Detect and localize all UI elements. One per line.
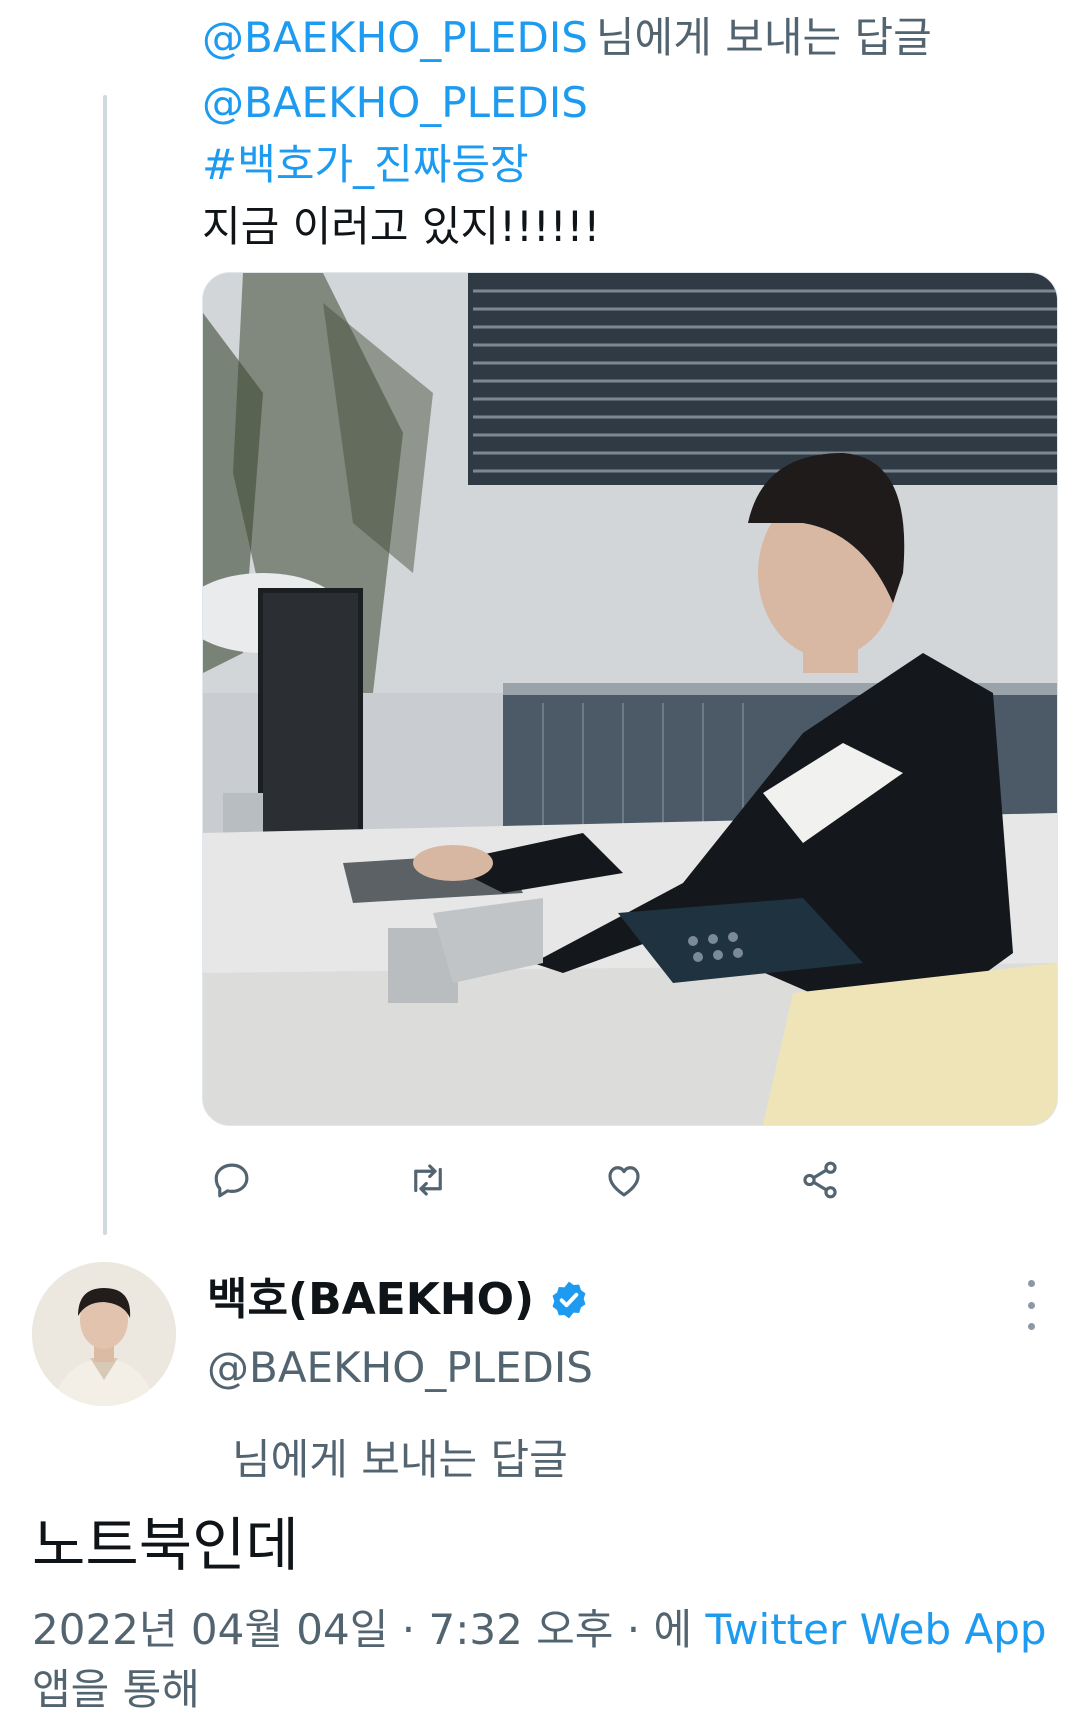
reply-to-suffix: 님에게 보내는 답글 — [595, 13, 932, 62]
verified-badge-icon — [552, 1281, 586, 1319]
body-mention-link[interactable]: @BAEKHO_PLEDIS — [202, 72, 600, 134]
tweet-media-image[interactable] — [202, 272, 1058, 1126]
via-prefix: 에 — [653, 1605, 706, 1654]
more-options-icon[interactable] — [1016, 1280, 1046, 1330]
meta-separator: · — [613, 1605, 654, 1654]
like-icon — [608, 1166, 640, 1197]
retweet-icon — [414, 1164, 442, 1196]
parent-tweet-body: @BAEKHO_PLEDIS #백호가_진짜등장 지금 이러고 있지!!!!!! — [202, 72, 600, 258]
avatar[interactable] — [32, 1262, 176, 1406]
tweet-time[interactable]: 7:32 오후 — [428, 1605, 613, 1654]
reply-button[interactable] — [202, 1150, 262, 1210]
reply-to-line: @BAEKHO_PLEDIS 님에게 보내는 답글 — [202, 8, 932, 68]
reply-mention-link[interactable]: @BAEKHO_PLEDIS — [202, 13, 588, 62]
tweet-metadata: 2022년 04월 04일 · 7:32 오후 · 에 Twitter Web … — [32, 1600, 1052, 1720]
share-icon — [803, 1161, 837, 1199]
main-tweet-text: 노트북인데 — [32, 1511, 299, 1579]
tweet-date[interactable]: 2022년 04월 04일 — [32, 1605, 388, 1654]
reply-icon — [214, 1163, 249, 1198]
retweet-button[interactable] — [398, 1150, 458, 1210]
like-button[interactable] — [594, 1150, 654, 1210]
display-name-text: 백호(BAEKHO) — [207, 1274, 535, 1325]
share-button[interactable] — [790, 1150, 850, 1210]
reply-to-label: 님에게 보내는 답글 — [232, 1435, 568, 1484]
tweet-body-text: 지금 이러고 있지!!!!!! — [202, 202, 601, 251]
user-handle[interactable]: @BAEKHO_PLEDIS — [207, 1338, 593, 1398]
thread-line — [103, 95, 107, 1235]
via-suffix: 앱을 통해 — [32, 1665, 200, 1714]
tweet-action-bar — [202, 1150, 922, 1210]
source-app-link[interactable]: Twitter Web App — [705, 1605, 1046, 1654]
meta-separator: · — [388, 1605, 429, 1654]
display-name[interactable]: 백호(BAEKHO) — [207, 1268, 590, 1332]
hashtag-link[interactable]: #백호가_진짜등장 — [202, 134, 600, 196]
